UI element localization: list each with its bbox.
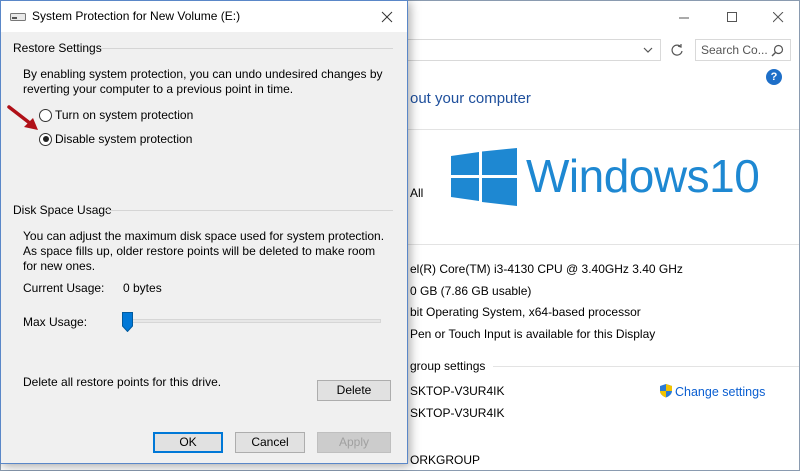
cancel-button[interactable]: Cancel bbox=[235, 432, 305, 453]
drive-icon bbox=[10, 13, 26, 21]
dialog-titlebar: System Protection for New Volume (E:) bbox=[1, 1, 407, 32]
full-computer-name-value: SKTOP-V3UR4IK bbox=[410, 406, 505, 420]
restore-settings-label: Restore Settings bbox=[13, 41, 102, 55]
page-heading: out your computer bbox=[410, 90, 531, 107]
dialog-title: System Protection for New Volume (E:) bbox=[32, 9, 241, 23]
edition-text: All bbox=[410, 186, 424, 200]
max-usage-label: Max Usage: bbox=[23, 315, 88, 329]
divider bbox=[493, 366, 799, 367]
windows-logo-text: Windows10 bbox=[526, 150, 760, 202]
change-settings-link[interactable]: Change settings bbox=[659, 383, 765, 399]
radio-disable-protection[interactable]: Disable system protection bbox=[39, 132, 192, 146]
current-usage-label: Current Usage: bbox=[23, 281, 105, 295]
group-divider bbox=[105, 210, 393, 211]
divider bbox=[399, 244, 799, 245]
minimize-icon[interactable] bbox=[661, 1, 707, 33]
help-icon[interactable]: ? bbox=[766, 69, 782, 85]
pen-touch-value: Pen or Touch Input is available for this… bbox=[410, 327, 656, 341]
workgroup-value: ORKGROUP bbox=[410, 453, 481, 467]
radio-label: Disable system protection bbox=[55, 132, 193, 146]
computer-name-value: SKTOP-V3UR4IK bbox=[410, 384, 505, 398]
current-usage-value: 0 bytes bbox=[123, 281, 162, 295]
processor-value: el(R) Core(TM) i3-4130 CPU @ 3.40GHz 3.4… bbox=[410, 262, 683, 276]
search-placeholder: Search Co... bbox=[701, 43, 768, 57]
search-input[interactable]: Search Co... bbox=[695, 39, 791, 61]
restore-settings-description: By enabling system protection, you can u… bbox=[23, 67, 383, 96]
change-settings-label: Change settings bbox=[675, 385, 766, 399]
red-arrow-icon bbox=[7, 105, 38, 130]
max-usage-slider-track[interactable] bbox=[123, 319, 381, 323]
memory-value: 0 GB (7.86 GB usable) bbox=[410, 284, 532, 298]
radio-label: Turn on system protection bbox=[55, 108, 194, 122]
close-icon[interactable] bbox=[375, 7, 399, 27]
max-usage-slider-thumb[interactable] bbox=[122, 312, 133, 332]
refresh-icon[interactable] bbox=[665, 39, 689, 61]
group-divider bbox=[101, 48, 393, 49]
workgroup-settings-heading: group settings bbox=[410, 359, 486, 373]
disk-space-description: You can adjust the maximum disk space us… bbox=[23, 229, 385, 273]
radio-button-selected[interactable] bbox=[39, 132, 52, 146]
chevron-down-icon[interactable] bbox=[641, 43, 655, 57]
search-icon bbox=[771, 44, 784, 57]
divider bbox=[399, 129, 799, 130]
maximize-icon[interactable] bbox=[709, 1, 755, 33]
system-protection-dialog: System Protection for New Volume (E:) Re… bbox=[0, 0, 408, 464]
shield-icon bbox=[660, 384, 672, 398]
apply-button[interactable]: Apply bbox=[317, 432, 391, 453]
ok-button[interactable]: OK bbox=[153, 432, 223, 453]
system-type-value: bit Operating System, x64-based processo… bbox=[410, 305, 641, 319]
delete-button[interactable]: Delete bbox=[317, 380, 391, 401]
close-icon[interactable] bbox=[755, 1, 800, 33]
windows-logo-icon bbox=[451, 148, 517, 206]
disk-space-usage-label: Disk Space Usage bbox=[13, 203, 112, 217]
radio-turn-on-protection[interactable]: Turn on system protection bbox=[39, 108, 193, 122]
delete-restore-points-text: Delete all restore points for this drive… bbox=[23, 375, 222, 389]
